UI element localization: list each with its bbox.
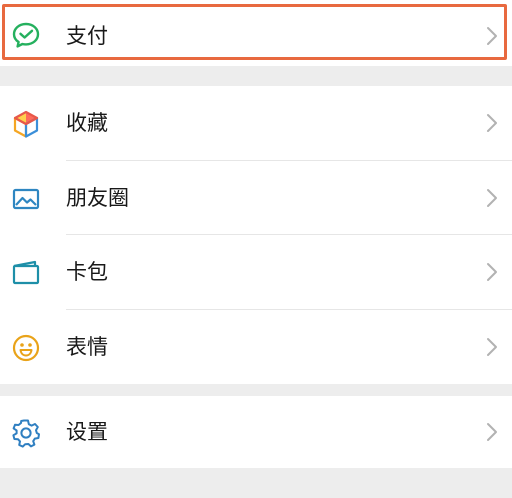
gear-icon — [12, 419, 40, 448]
menu-item-cards-label: 卡包 — [66, 260, 108, 284]
menu-item-stickers[interactable]: 表情 — [0, 310, 512, 384]
chevron-right-icon — [487, 338, 497, 356]
menu-item-moments-label: 朋友圈 — [66, 186, 129, 210]
menu-item-favorites[interactable]: 收藏 — [0, 86, 512, 160]
features-group: 收藏 朋友圈 卡包 表情 — [0, 86, 512, 384]
settings-group: 设置 — [0, 396, 512, 468]
pay-group: 支付 — [0, 0, 512, 66]
cube-icon — [13, 110, 39, 138]
menu-item-settings-label: 设置 — [66, 420, 108, 444]
wechat-pay-icon — [12, 22, 40, 48]
chevron-right-icon — [487, 189, 497, 207]
menu-item-cards[interactable]: 卡包 — [0, 235, 512, 309]
chevron-right-icon — [487, 423, 497, 441]
chevron-right-icon — [487, 114, 497, 132]
card-wallet-icon — [12, 260, 40, 285]
smiley-icon — [12, 334, 40, 362]
menu-item-settings[interactable]: 设置 — [0, 396, 512, 468]
menu-item-stickers-label: 表情 — [66, 335, 108, 359]
menu-item-pay[interactable]: 支付 — [0, 0, 512, 66]
chevron-right-icon — [487, 27, 497, 45]
menu-item-pay-label: 支付 — [66, 24, 108, 48]
chevron-right-icon — [487, 263, 497, 281]
picture-icon — [12, 188, 40, 210]
menu-item-moments[interactable]: 朋友圈 — [0, 161, 512, 235]
menu-item-favorites-label: 收藏 — [66, 111, 108, 135]
